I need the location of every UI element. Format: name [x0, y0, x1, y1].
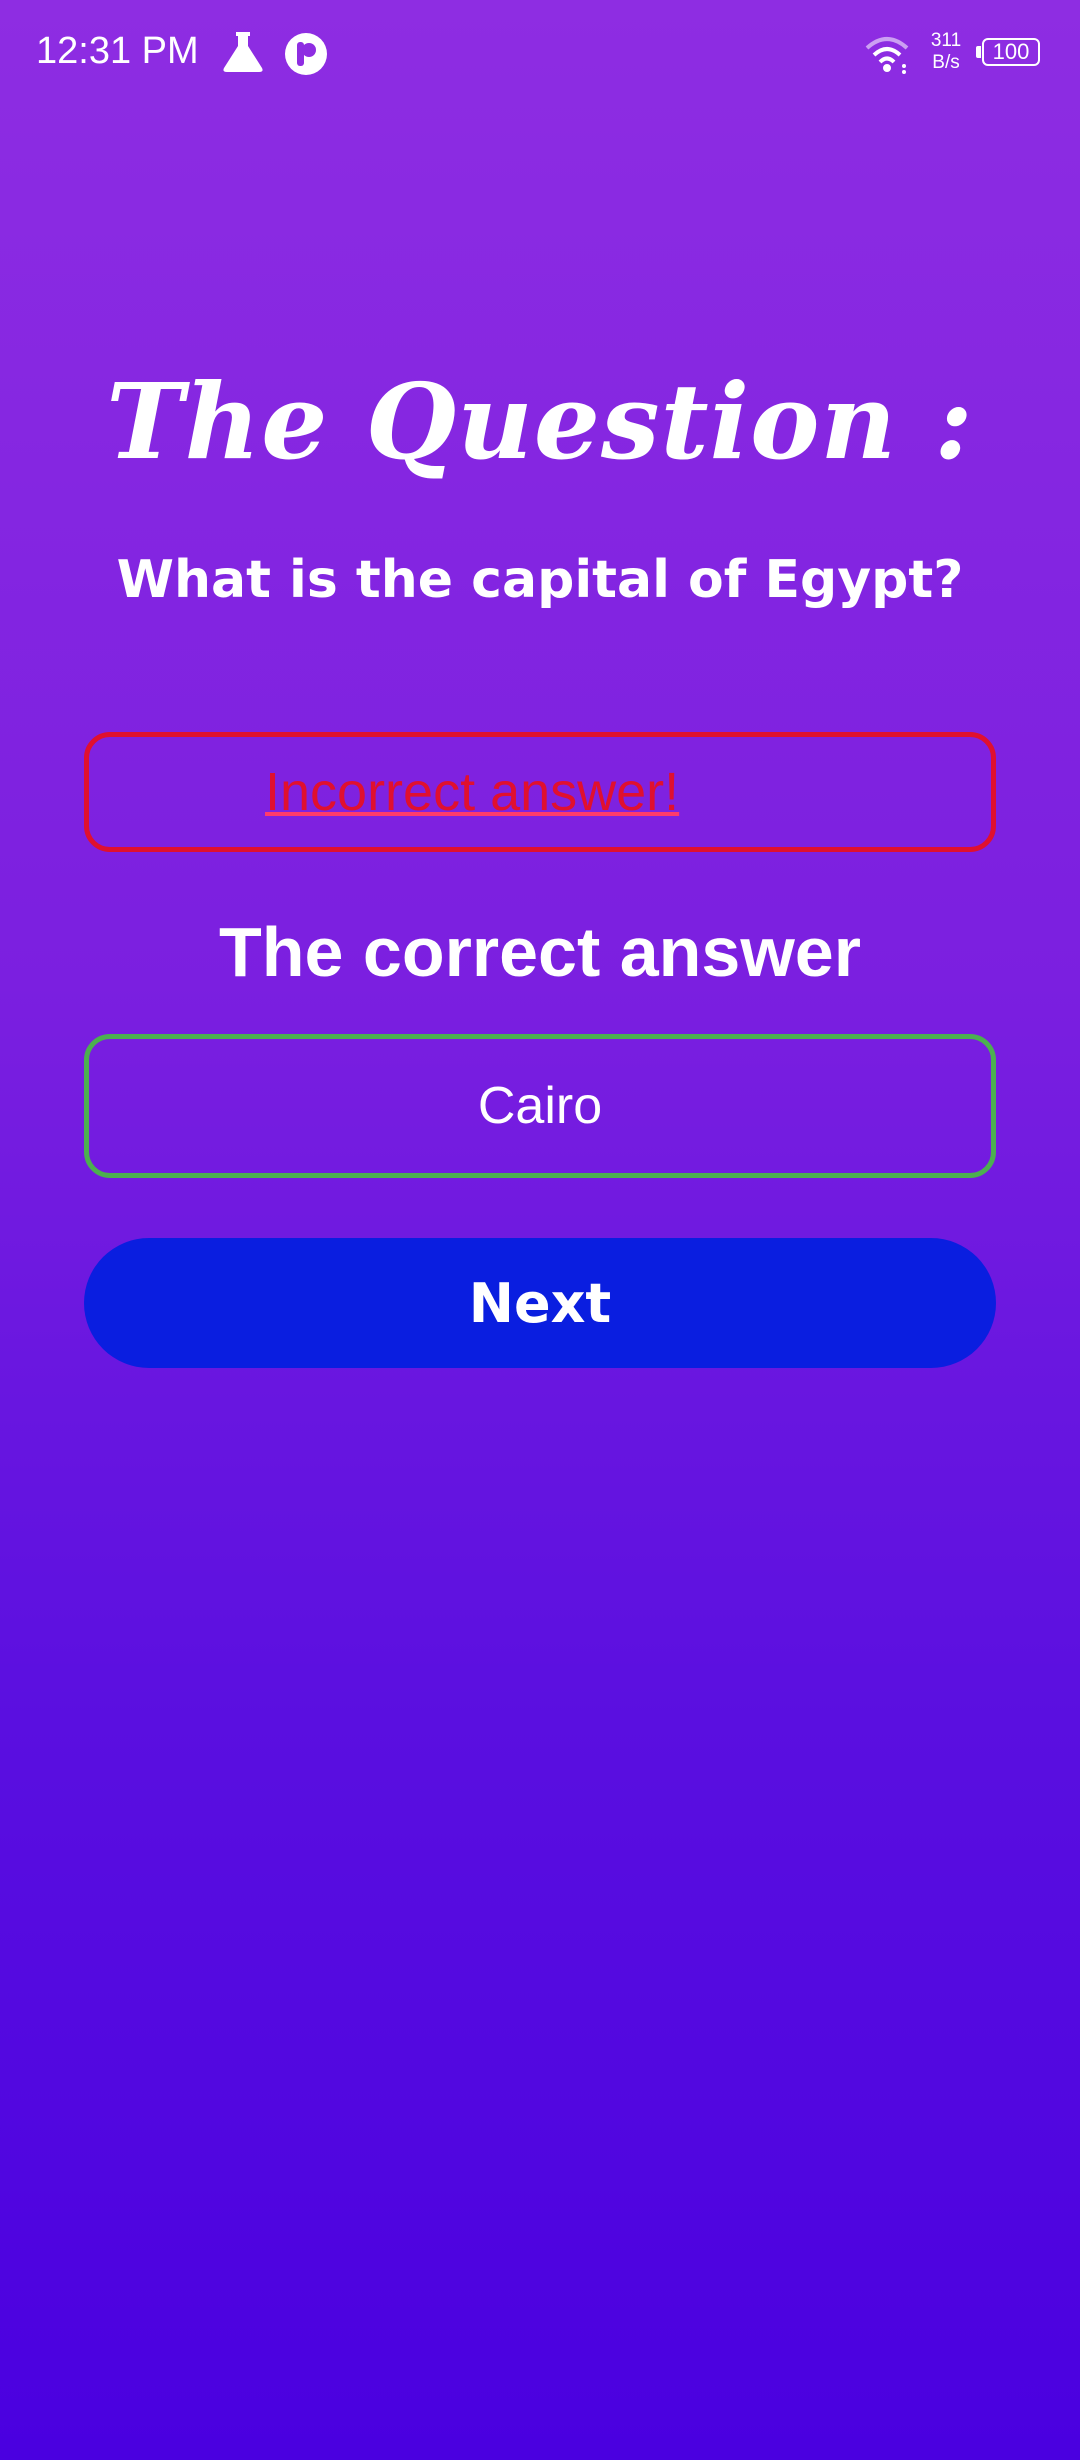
- battery-nub: [976, 46, 981, 58]
- flask-icon: [223, 32, 263, 72]
- question-text: What is the capital of Egypt?: [116, 550, 964, 610]
- battery-level: 100: [992, 39, 1030, 64]
- wifi-icon: [865, 37, 909, 74]
- incorrect-answer-box: Incorrect answer!: [84, 732, 996, 852]
- network-speed-unit: B/s: [932, 52, 960, 73]
- next-button[interactable]: Next: [84, 1238, 996, 1368]
- correct-answer-label: The correct answer: [219, 913, 861, 991]
- app-badge-icon: [285, 33, 327, 75]
- incorrect-answer-message: Incorrect answer!: [265, 762, 680, 822]
- correct-answer-box: Cairo: [84, 1034, 996, 1178]
- network-speed: 311 B/s: [926, 30, 966, 74]
- status-time: 12:31 PM: [36, 30, 199, 72]
- status-bar: 12:31 PM 311 B/s 100: [0, 0, 1080, 110]
- network-speed-value: 311: [930, 30, 962, 51]
- page-title: The Question :: [106, 360, 974, 483]
- battery-icon: 100: [976, 38, 1044, 70]
